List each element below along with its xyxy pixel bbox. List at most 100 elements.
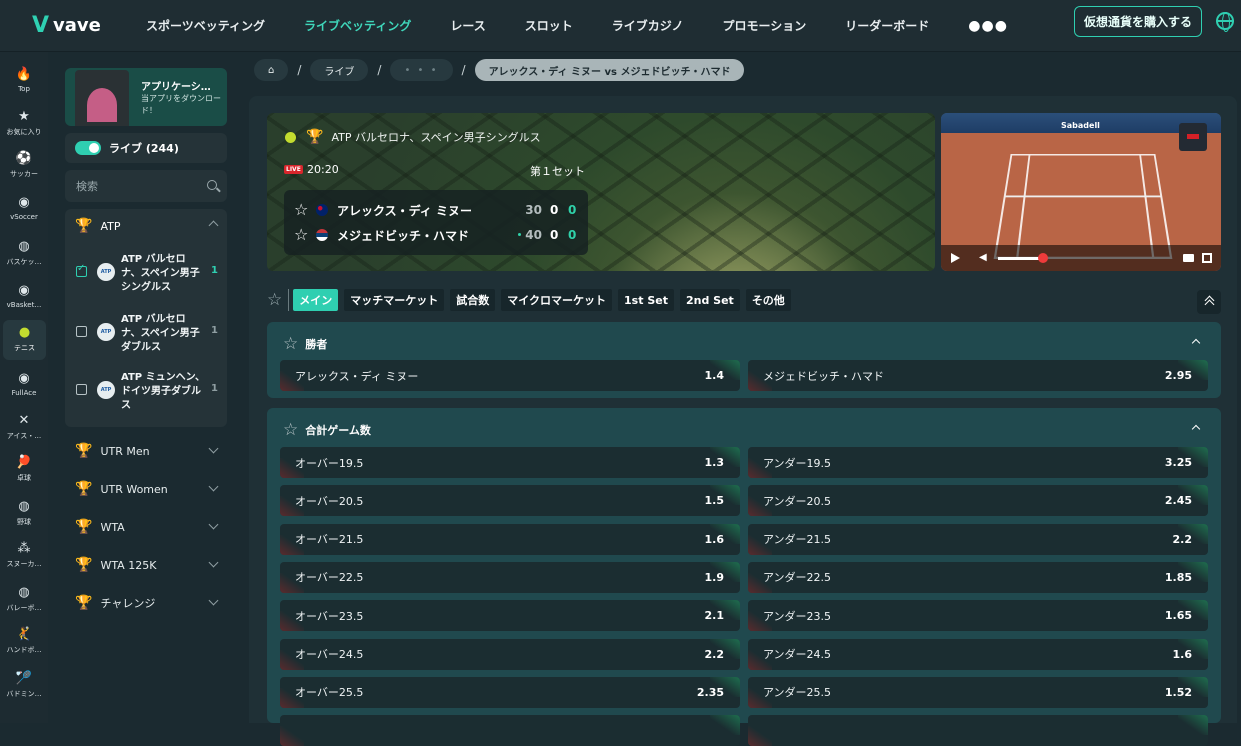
nav-live-betting[interactable]: ライブベッティング: [304, 17, 411, 34]
rail-item-table-tennis[interactable]: 🏓 卓球: [0, 454, 48, 483]
odds-button[interactable]: アンダー25.5 1.52: [748, 676, 1208, 708]
volume-icon[interactable]: ◀: [979, 253, 989, 263]
tab-main[interactable]: メイン: [293, 289, 339, 311]
rail-item-fullace[interactable]: ◉ FullAce: [0, 370, 48, 398]
atp-group-header[interactable]: 🏆 ATP: [65, 209, 227, 243]
tab-other[interactable]: その他: [745, 289, 791, 311]
league-checkbox[interactable]: [76, 384, 87, 395]
app-download-promo[interactable]: アプリケーシ… 当アプリをダウンロード！: [65, 68, 227, 126]
odds-button[interactable]: アンダー24.5 1.6: [748, 638, 1208, 670]
odds-price: 1.52: [1164, 685, 1192, 699]
category-utr-women[interactable]: 🏆 UTR Women: [65, 474, 227, 504]
nav-live-casino[interactable]: ライブカジノ: [612, 17, 684, 34]
fullscreen-icon[interactable]: [1202, 253, 1212, 263]
favorite-star-icon[interactable]: ☆: [283, 336, 298, 353]
rail-item-handball[interactable]: 🤾 ハンドボ…: [0, 626, 48, 655]
odds-button[interactable]: アンダー23.5 1.65: [748, 600, 1208, 632]
odds-button[interactable]: オーバー25.5 2.35: [280, 676, 740, 708]
tab-games[interactable]: 試合数: [450, 289, 496, 311]
rail-item-vbasket[interactable]: ◉ vBasket…: [0, 282, 48, 310]
chevron-down-icon[interactable]: [208, 595, 219, 606]
chevron-down-icon[interactable]: [208, 481, 219, 492]
rail-item-star[interactable]: ★ お気に入り: [0, 108, 48, 137]
odds-price: 1.85: [1164, 570, 1192, 584]
more-menu-icon[interactable]: ●●●: [968, 18, 1008, 34]
tab-micro-markets[interactable]: マイクロマーケット: [501, 289, 613, 311]
chevron-up-icon[interactable]: [1191, 338, 1201, 348]
buy-crypto-button[interactable]: 仮想通貨を購入する: [1074, 6, 1202, 37]
breadcrumb-live[interactable]: ライブ: [310, 59, 369, 81]
odds-button[interactable]: オーバー24.5 2.2: [280, 638, 740, 670]
odds-button[interactable]: オーバー21.5 1.6: [280, 523, 740, 555]
rail-item-ice-hockey[interactable]: ✕ アイス・…: [0, 412, 48, 441]
odds-button[interactable]: オーバー19.5 1.3: [280, 447, 740, 478]
league-item[interactable]: ATP ATP ミュンヘン、ドイツ男子ダブルス 1: [65, 367, 227, 425]
category-challenger[interactable]: 🏆 チャレンジ: [65, 588, 227, 618]
search-icon[interactable]: [207, 180, 217, 190]
chevron-up-icon[interactable]: [1191, 424, 1201, 434]
nav-promotions[interactable]: プロモーション: [723, 17, 807, 34]
breadcrumb-more[interactable]: • • •: [390, 59, 453, 81]
play-icon[interactable]: [951, 253, 960, 263]
rail-item-volleyball[interactable]: ◍ バレーボ…: [0, 584, 48, 613]
chevron-down-icon[interactable]: [208, 519, 219, 530]
favorite-star-icon[interactable]: ☆: [294, 202, 308, 218]
league-checkbox[interactable]: [76, 263, 87, 277]
captions-icon[interactable]: [1183, 254, 1194, 262]
odds-button[interactable]: オーバー23.5 2.1: [280, 600, 740, 632]
rail-item-snooker[interactable]: ⁂ スヌーカ…: [0, 540, 48, 569]
nav-slots[interactable]: スロット: [525, 17, 573, 34]
odds-button[interactable]: アンダー19.5 3.25: [748, 447, 1208, 478]
collapse-all-icon[interactable]: [1197, 290, 1221, 314]
live-toggle-switch[interactable]: [75, 141, 101, 155]
rail-item-baseball[interactable]: ◍ 野球: [0, 498, 48, 527]
tab-match-markets[interactable]: マッチマーケット: [344, 289, 445, 311]
rail-item-soccer[interactable]: ⚽ サッカー: [0, 150, 48, 179]
chevron-down-icon[interactable]: [208, 557, 219, 568]
search-input[interactable]: [76, 179, 196, 193]
category-utr-men[interactable]: 🏆 UTR Men: [65, 436, 227, 466]
volume-slider[interactable]: [998, 257, 1042, 260]
category-wta-125k[interactable]: 🏆 WTA 125K: [65, 550, 227, 580]
favorites-filter-star-icon[interactable]: ☆: [267, 290, 282, 310]
live-filter[interactable]: ライブ (244): [65, 133, 227, 163]
odds-button[interactable]: オーバー22.5 1.9: [280, 561, 740, 593]
favorite-star-icon[interactable]: ☆: [283, 422, 298, 439]
market-header[interactable]: ☆ 合計ゲーム数: [283, 422, 371, 439]
tab-1st-set[interactable]: 1st Set: [618, 289, 674, 311]
odds-button[interactable]: アンダー21.5 2.2: [748, 523, 1208, 555]
odds-button[interactable]: アレックス・ディ ミヌー 1.4: [280, 360, 740, 391]
odds-button[interactable]: [748, 715, 1208, 746]
odds-label: オーバー20.5: [295, 494, 364, 508]
market-header[interactable]: ☆ 勝者: [283, 336, 327, 353]
breadcrumb-home[interactable]: ⌂: [254, 59, 289, 81]
nav-leaderboard[interactable]: リーダーボード: [845, 17, 929, 34]
chevron-down-icon[interactable]: [208, 443, 219, 454]
rail-item-tennis[interactable]: ● テニス: [3, 320, 46, 360]
odds-button[interactable]: メジェドビッチ・ハマド 2.95: [748, 360, 1208, 391]
nav-sports-betting[interactable]: スポーツベッティング: [146, 17, 265, 34]
rail-item-fire[interactable]: 🔥 Top: [0, 66, 48, 94]
odds-button[interactable]: アンダー20.5 2.45: [748, 485, 1208, 517]
league-item[interactable]: ATP ATP バルセロナ、スペイン男子シングルス 1: [65, 249, 227, 307]
chevron-up-icon[interactable]: [208, 220, 219, 231]
rail-item-vsoccer[interactable]: ◉ vSoccer: [0, 194, 48, 222]
tab-2nd-set[interactable]: 2nd Set: [679, 289, 740, 311]
broadcaster-logo-icon: [1179, 123, 1207, 151]
league-checkbox[interactable]: [76, 326, 87, 337]
volume-slider-handle[interactable]: [1038, 253, 1048, 263]
rail-item-badminton[interactable]: 🏸 バドミン…: [0, 670, 48, 699]
odds-button[interactable]: オーバー20.5 1.5: [280, 485, 740, 517]
live-stream-player[interactable]: Sabadell ◀: [941, 113, 1221, 271]
odds-button[interactable]: アンダー22.5 1.85: [748, 561, 1208, 593]
globe-icon[interactable]: [1216, 12, 1234, 32]
nav-racing[interactable]: レース: [450, 17, 485, 34]
vave-logo[interactable]: V vave: [32, 13, 132, 38]
odds-button[interactable]: [280, 715, 740, 746]
player-sets: 0: [550, 203, 559, 217]
favorite-star-icon[interactable]: ☆: [294, 227, 308, 243]
category-wta[interactable]: 🏆 WTA: [65, 512, 227, 542]
league-item[interactable]: ATP ATP バルセロナ、スペイン男子ダブルス 1: [65, 309, 227, 367]
player-row: ☆ メジェドビッチ・ハマド 40 0 0: [284, 223, 588, 247]
rail-item-basketball[interactable]: ◍ バスケッ…: [0, 238, 48, 267]
